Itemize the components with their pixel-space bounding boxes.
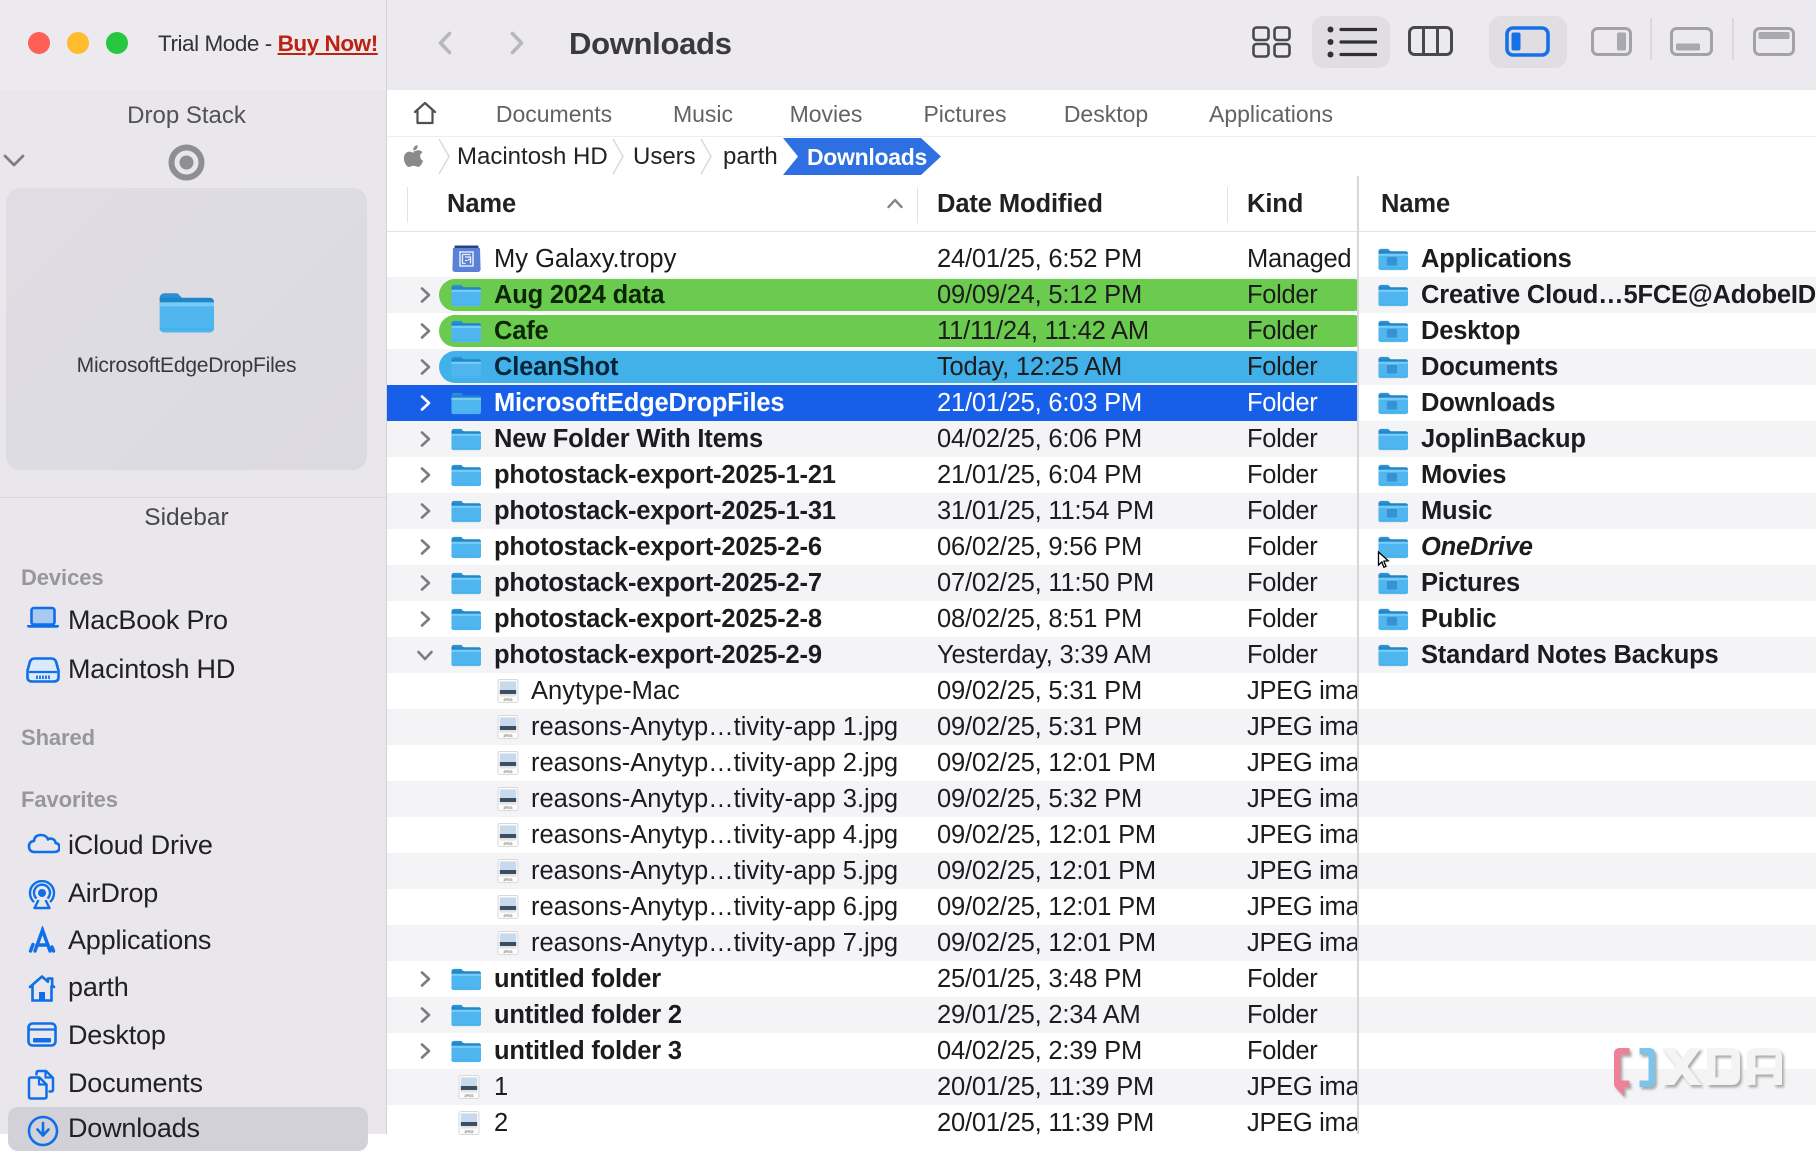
svg-text:JPEG: JPEG	[504, 770, 513, 774]
svg-text:JPEG: JPEG	[504, 806, 513, 810]
svg-text:JPEG: JPEG	[504, 734, 513, 738]
svg-text:JPEG: JPEG	[504, 950, 513, 954]
svg-text:JPEG: JPEG	[504, 914, 513, 918]
svg-text:JPEG: JPEG	[465, 1130, 474, 1134]
svg-text:JPEG: JPEG	[504, 842, 513, 846]
svg-text:JPEG: JPEG	[465, 1094, 474, 1098]
svg-text:JPEG: JPEG	[504, 698, 513, 702]
svg-text:JPEG: JPEG	[504, 878, 513, 882]
